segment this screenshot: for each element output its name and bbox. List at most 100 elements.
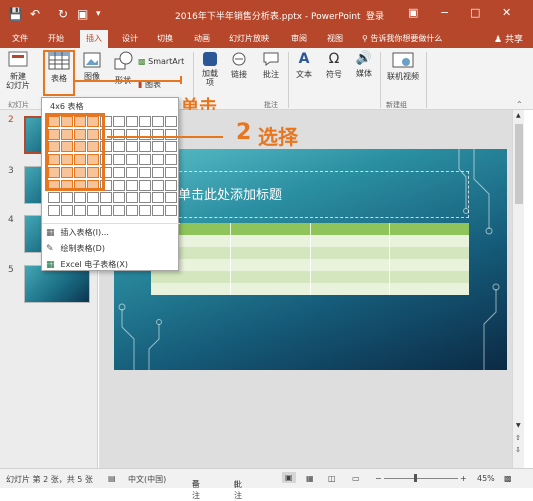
zoom-in-icon[interactable]: + [460, 474, 467, 483]
share-button[interactable]: ♟ 共享 [494, 32, 523, 45]
table-grid-cell[interactable] [113, 141, 125, 153]
fit-slide-icon[interactable]: ▩ [504, 474, 512, 483]
table-grid-cell[interactable] [87, 204, 99, 216]
table-grid-cell[interactable] [126, 166, 138, 178]
tab-animations[interactable]: 动画 [194, 33, 210, 44]
text-button[interactable]: A 文本 [292, 51, 316, 80]
tab-design[interactable]: 设计 [122, 33, 138, 44]
table-grid-cell[interactable] [165, 141, 177, 153]
comment-button[interactable]: 批注 [259, 51, 283, 80]
table-grid-cell[interactable] [113, 179, 125, 191]
tab-review[interactable]: 审阅 [291, 33, 307, 44]
smartart-button[interactable]: ▩ SmartArt [138, 57, 190, 66]
zoom-slider[interactable] [384, 478, 458, 479]
table-grid-cell[interactable] [126, 179, 138, 191]
tab-view[interactable]: 视图 [327, 33, 343, 44]
online-video-button[interactable]: 联机视频 [383, 51, 423, 82]
table-grid-cell[interactable] [113, 128, 125, 140]
tab-transitions[interactable]: 切换 [157, 33, 173, 44]
table-grid-cell[interactable] [139, 179, 151, 191]
table-grid-cell[interactable] [165, 128, 177, 140]
table-grid-cell[interactable] [74, 204, 86, 216]
table-grid-cell[interactable] [139, 166, 151, 178]
spellcheck-icon[interactable]: ▤ [108, 474, 116, 483]
table-grid-cell[interactable] [165, 116, 177, 127]
language-indicator[interactable]: 中文(中国) [128, 474, 166, 485]
next-slide-icon[interactable]: ⇩ [515, 446, 521, 454]
table-grid-cell[interactable] [152, 154, 164, 166]
table-grid-cell[interactable] [126, 128, 138, 140]
table-grid-cell[interactable] [139, 154, 151, 166]
table-grid-cell[interactable] [152, 192, 164, 204]
table-grid-cell[interactable] [165, 154, 177, 166]
table-grid-cell[interactable] [126, 116, 138, 127]
previous-slide-icon[interactable]: ⇧ [515, 434, 521, 442]
symbols-button[interactable]: Ω 符号 [322, 51, 346, 80]
table-grid-cell[interactable] [100, 192, 112, 204]
table-grid-cell[interactable] [152, 179, 164, 191]
zoom-out-icon[interactable]: − [375, 474, 382, 483]
excel-table-item[interactable]: ▦ Excel 电子表格(X) [46, 259, 128, 270]
links-button[interactable]: 链接 [227, 51, 251, 80]
tell-me-search[interactable]: ⚲ 告诉我你想要做什么 [362, 33, 442, 44]
minimize-button[interactable]: − [440, 6, 449, 19]
tab-home[interactable]: 开始 [48, 33, 64, 44]
table-grid-cell[interactable] [152, 166, 164, 178]
table-grid-cell[interactable] [165, 192, 177, 204]
vertical-scrollbar[interactable]: ▲ ▼ ⇧ ⇩ [512, 110, 524, 468]
undo-icon[interactable]: ↶ [30, 7, 40, 21]
slide-table[interactable] [151, 223, 469, 295]
slide-title-placeholder[interactable]: 单击此处添加标题 [169, 171, 469, 218]
normal-view-icon[interactable]: ▣ [282, 472, 296, 483]
addins-button[interactable]: 加载 项 [198, 51, 222, 87]
table-grid-cell[interactable] [87, 192, 99, 204]
close-button[interactable]: ✕ [502, 6, 511, 19]
table-grid-cell[interactable] [165, 179, 177, 191]
table-grid-cell[interactable] [139, 204, 151, 216]
table-grid-cell[interactable] [139, 192, 151, 204]
table-grid-cell[interactable] [48, 204, 60, 216]
table-grid-cell[interactable] [139, 116, 151, 127]
table-grid-cell[interactable] [126, 141, 138, 153]
table-grid-cell[interactable] [113, 166, 125, 178]
scroll-up-icon[interactable]: ▲ [516, 112, 521, 119]
table-grid-cell[interactable] [61, 192, 73, 204]
table-grid-cell[interactable] [100, 204, 112, 216]
images-button[interactable]: 图像 [80, 51, 104, 82]
collapse-ribbon-icon[interactable]: ⌃ [516, 100, 523, 109]
slideshow-view-icon[interactable]: ▭ [352, 474, 360, 483]
present-icon[interactable]: ▣ [77, 7, 88, 21]
table-grid-cell[interactable] [152, 128, 164, 140]
table-grid-cell[interactable] [48, 192, 60, 204]
zoom-slider-handle[interactable] [414, 474, 417, 482]
table-grid-cell[interactable] [165, 204, 177, 216]
table-grid-cell[interactable] [139, 128, 151, 140]
scrollbar-thumb[interactable] [515, 124, 523, 204]
tab-insert[interactable]: 插入 [80, 30, 108, 48]
table-grid-cell[interactable] [165, 166, 177, 178]
table-grid-cell[interactable] [126, 192, 138, 204]
tab-file[interactable]: 文件 [12, 33, 28, 44]
tab-slideshow[interactable]: 幻灯片放映 [229, 33, 269, 44]
table-grid-cell[interactable] [74, 192, 86, 204]
table-grid-cell[interactable] [113, 192, 125, 204]
insert-table-item[interactable]: ▦ 插入表格(I)... [46, 227, 109, 238]
table-grid-cell[interactable] [113, 204, 125, 216]
table-grid-cell[interactable] [113, 154, 125, 166]
scroll-down-icon[interactable]: ▼ [516, 422, 521, 429]
new-slide-button[interactable]: 新建 幻灯片 [6, 72, 30, 90]
table-grid-cell[interactable] [139, 141, 151, 153]
slide-sorter-icon[interactable]: ▦ [306, 474, 314, 483]
zoom-level[interactable]: 45% [477, 474, 495, 483]
ribbon-display-icon[interactable]: ▣ [408, 6, 418, 19]
customize-icon[interactable]: ▾ [96, 9, 101, 19]
reading-view-icon[interactable]: ◫ [328, 474, 336, 483]
maximize-button[interactable]: □ [470, 6, 480, 19]
table-grid-cell[interactable] [152, 204, 164, 216]
table-grid-cell[interactable] [152, 116, 164, 127]
redo-icon[interactable]: ↻ [58, 7, 68, 21]
login-button[interactable]: 登录 [366, 9, 384, 22]
media-button[interactable]: 🔊 媒体 [352, 51, 376, 79]
table-grid-cell[interactable] [152, 141, 164, 153]
save-icon[interactable]: 💾 [8, 7, 23, 21]
